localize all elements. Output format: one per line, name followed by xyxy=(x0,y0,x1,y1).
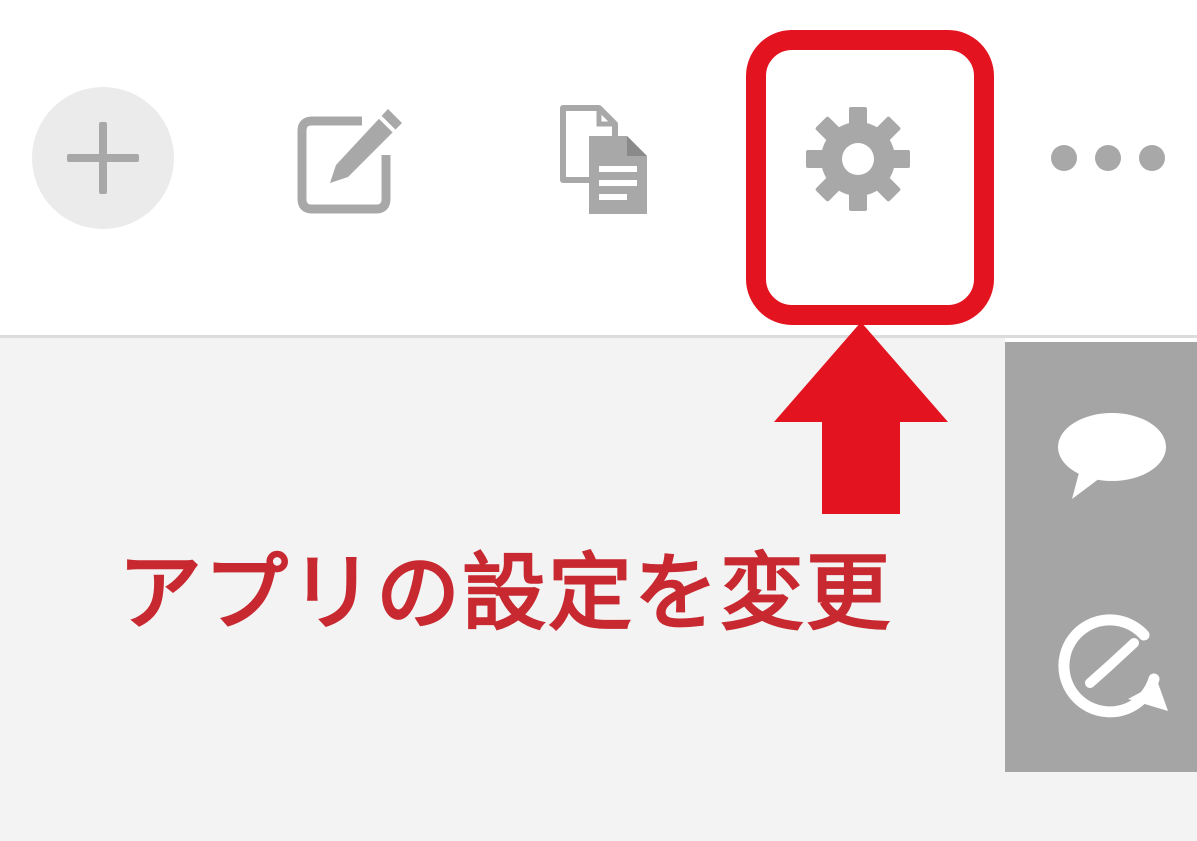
add-button[interactable] xyxy=(32,87,174,229)
gear-icon xyxy=(805,106,910,211)
settings-button[interactable] xyxy=(790,96,925,221)
annotation-text: アプリの設定を変更 xyxy=(118,544,893,642)
history-button[interactable] xyxy=(1045,600,1175,725)
plus-icon xyxy=(67,122,139,194)
edit-button[interactable] xyxy=(285,98,415,223)
app-toolbar xyxy=(0,0,1197,338)
comment-button[interactable] xyxy=(1045,405,1175,505)
edit-icon xyxy=(297,108,402,213)
comment-bubble-icon xyxy=(1058,413,1166,499)
side-panel-below xyxy=(1005,772,1197,841)
copy-button[interactable] xyxy=(545,97,660,222)
more-dots-icon xyxy=(1050,144,1165,171)
more-options-button[interactable] xyxy=(1040,125,1175,190)
copy-document-icon xyxy=(559,105,647,214)
history-clock-icon xyxy=(1058,613,1168,717)
